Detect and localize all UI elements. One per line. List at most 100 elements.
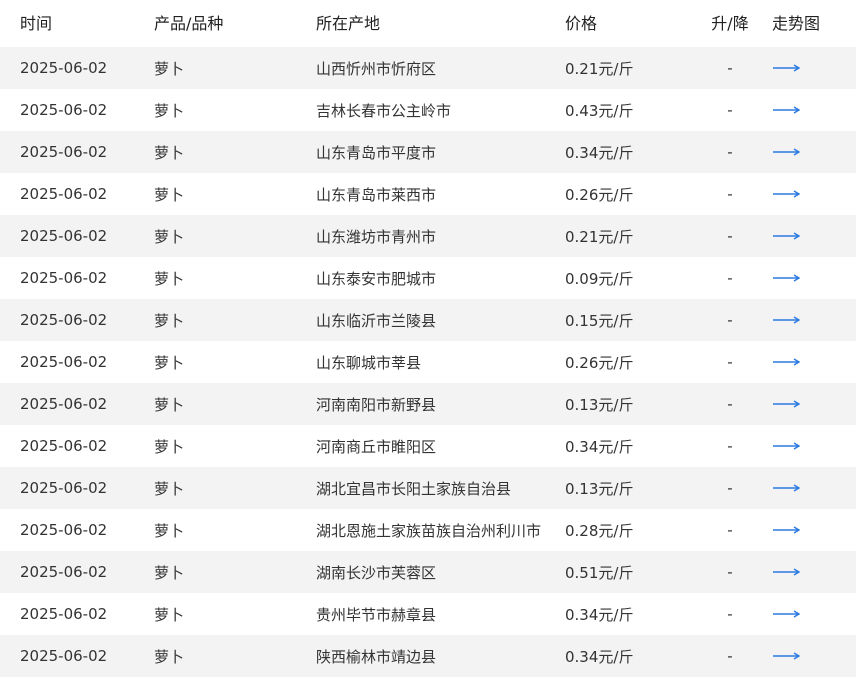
trend-chart-link[interactable] (772, 273, 802, 283)
cell-origin: 山东潍坊市青州市 (316, 227, 437, 246)
trend-chart-link[interactable] (772, 525, 802, 535)
cell-date: 2025-06-02 (20, 437, 108, 455)
arrow-right-icon (773, 484, 801, 492)
arrow-right-icon (773, 232, 801, 240)
cell-product: 萝卜 (154, 395, 185, 414)
cell-origin: 河南南阳市新野县 (316, 395, 437, 414)
cell-date: 2025-06-02 (20, 395, 108, 413)
cell-price: 0.09元/斤 (565, 269, 634, 288)
trend-chart-link[interactable] (772, 357, 802, 367)
cell-date: 2025-06-02 (20, 59, 108, 77)
cell-trend (772, 47, 856, 89)
cell-origin: 吉林长春市公主岭市 (316, 101, 452, 120)
cell-origin: 湖北恩施土家族苗族自治州利川市 (316, 521, 542, 540)
table-row: 2025-06-02 萝卜 吉林长春市公主岭市 0.43元/斤 - (0, 89, 856, 131)
cell-trend (772, 467, 856, 509)
cell-origin: 山西忻州市忻府区 (316, 59, 437, 78)
cell-date: 2025-06-02 (20, 269, 108, 287)
cell-trend (772, 299, 856, 341)
cell-trend (772, 257, 856, 299)
cell-change: - (727, 437, 733, 455)
cell-date: 2025-06-02 (20, 227, 108, 245)
cell-change: - (727, 353, 733, 371)
trend-chart-link[interactable] (772, 147, 802, 157)
cell-price: 0.13元/斤 (565, 395, 634, 414)
cell-product: 萝卜 (154, 185, 185, 204)
cell-price: 0.34元/斤 (565, 647, 634, 666)
cell-origin: 湖北宜昌市长阳土家族自治县 (316, 479, 512, 498)
cell-change: - (727, 563, 733, 581)
arrow-right-icon (773, 358, 801, 366)
table-row: 2025-06-02 萝卜 山东青岛市莱西市 0.26元/斤 - (0, 173, 856, 215)
cell-trend (772, 341, 856, 383)
table-row: 2025-06-02 萝卜 湖北宜昌市长阳土家族自治县 0.13元/斤 - (0, 467, 856, 509)
cell-date: 2025-06-02 (20, 647, 108, 665)
cell-trend (772, 215, 856, 257)
trend-chart-link[interactable] (772, 399, 802, 409)
table-row: 2025-06-02 萝卜 湖南长沙市芙蓉区 0.51元/斤 - (0, 551, 856, 593)
cell-trend (772, 173, 856, 215)
cell-date: 2025-06-02 (20, 101, 108, 119)
cell-price: 0.15元/斤 (565, 311, 634, 330)
cell-product: 萝卜 (154, 59, 185, 78)
cell-trend (772, 383, 856, 425)
trend-chart-link[interactable] (772, 105, 802, 115)
cell-price: 0.34元/斤 (565, 605, 634, 624)
arrow-right-icon (773, 400, 801, 408)
cell-product: 萝卜 (154, 605, 185, 624)
cell-product: 萝卜 (154, 353, 185, 372)
cell-product: 萝卜 (154, 269, 185, 288)
trend-chart-link[interactable] (772, 441, 802, 451)
cell-change: - (727, 185, 733, 203)
table-body: 2025-06-02 萝卜 山西忻州市忻府区 0.21元/斤 - 2025-06… (0, 47, 856, 677)
table-row: 2025-06-02 萝卜 贵州毕节市赫章县 0.34元/斤 - (0, 593, 856, 635)
price-table: 时间 产品/品种 所在产地 价格 升/降 走势图 2025-06-02 萝卜 山… (0, 0, 856, 677)
cell-change: - (727, 647, 733, 665)
cell-origin: 陕西榆林市靖边县 (316, 647, 437, 666)
arrow-right-icon (773, 274, 801, 282)
cell-price: 0.21元/斤 (565, 59, 634, 78)
table-row: 2025-06-02 萝卜 山东泰安市肥城市 0.09元/斤 - (0, 257, 856, 299)
arrow-right-icon (773, 148, 801, 156)
cell-date: 2025-06-02 (20, 563, 108, 581)
table-row: 2025-06-02 萝卜 陕西榆林市靖边县 0.34元/斤 - (0, 635, 856, 677)
header-product: 产品/品种 (154, 13, 224, 33)
table-row: 2025-06-02 萝卜 河南南阳市新野县 0.13元/斤 - (0, 383, 856, 425)
trend-chart-link[interactable] (772, 651, 802, 661)
cell-date: 2025-06-02 (20, 185, 108, 203)
table-row: 2025-06-02 萝卜 山西忻州市忻府区 0.21元/斤 - (0, 47, 856, 89)
cell-price: 0.43元/斤 (565, 101, 634, 120)
cell-date: 2025-06-02 (20, 479, 108, 497)
cell-product: 萝卜 (154, 437, 185, 456)
header-price: 价格 (565, 13, 598, 33)
trend-chart-link[interactable] (772, 567, 802, 577)
cell-price: 0.21元/斤 (565, 227, 634, 246)
arrow-right-icon (773, 442, 801, 450)
header-change: 升/降 (711, 13, 749, 33)
trend-chart-link[interactable] (772, 231, 802, 241)
cell-product: 萝卜 (154, 227, 185, 246)
cell-trend (772, 509, 856, 551)
trend-chart-link[interactable] (772, 315, 802, 325)
cell-origin: 山东泰安市肥城市 (316, 269, 437, 288)
cell-trend (772, 593, 856, 635)
trend-chart-link[interactable] (772, 483, 802, 493)
cell-change: - (727, 479, 733, 497)
cell-trend (772, 551, 856, 593)
cell-date: 2025-06-02 (20, 143, 108, 161)
arrow-right-icon (773, 316, 801, 324)
trend-chart-link[interactable] (772, 189, 802, 199)
header-origin: 所在产地 (316, 13, 381, 33)
cell-product: 萝卜 (154, 311, 185, 330)
trend-chart-link[interactable] (772, 609, 802, 619)
cell-change: - (727, 311, 733, 329)
cell-price: 0.26元/斤 (565, 185, 634, 204)
cell-change: - (727, 59, 733, 77)
cell-product: 萝卜 (154, 521, 185, 540)
cell-origin: 山东青岛市平度市 (316, 143, 437, 162)
cell-origin: 贵州毕节市赫章县 (316, 605, 437, 624)
trend-chart-link[interactable] (772, 63, 802, 73)
cell-trend (772, 425, 856, 467)
cell-price: 0.13元/斤 (565, 479, 634, 498)
arrow-right-icon (773, 610, 801, 618)
